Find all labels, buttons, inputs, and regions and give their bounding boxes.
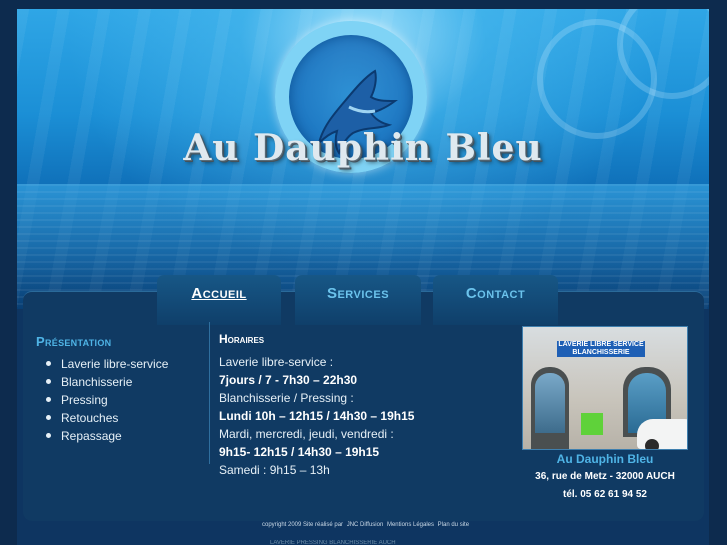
footer-link-jnc[interactable]: JNC Diffusion	[347, 522, 384, 528]
list-item: Retouches	[44, 409, 168, 427]
car-wheel	[645, 439, 659, 449]
footer-keywords: LAVERIE PRESSING BLANCHISSERIE AUCH	[270, 540, 396, 545]
tab-accueil-label[interactable]: Accueil	[191, 285, 246, 302]
shop-name: Au Dauphin Bleu	[556, 452, 654, 466]
storefront-photo: LAVERIE LIBRE SERVICE BLANCHISSERIE	[522, 326, 688, 450]
tab-services-label[interactable]: Services	[327, 285, 389, 302]
tab-contact-label[interactable]: Contact	[466, 285, 525, 302]
storefront-sign: LAVERIE LIBRE SERVICE BLANCHISSERIE	[557, 341, 645, 357]
hours-line: Laverie libre-service :	[219, 355, 334, 369]
footer-link-mentions[interactable]: Mentions Légales	[387, 522, 434, 528]
hours-heading: Horaires	[219, 332, 265, 346]
list-item: Laverie libre-service	[44, 355, 168, 373]
hours-line: 9h15- 12h15 / 14h30 – 19h15	[219, 445, 380, 459]
opening-hours: Laverie libre-service : 7jours / 7 - 7h3…	[219, 353, 414, 479]
door-glass	[535, 373, 565, 433]
hours-line: Samedi : 9h15 – 13h	[219, 463, 330, 477]
header-banner: Au Dauphin Bleu	[17, 9, 709, 309]
hours-line: Mardi, mercredi, jeudi, vendredi :	[219, 427, 394, 441]
tab-contact[interactable]: Contact	[433, 275, 558, 325]
hours-line: Lundi 10h – 12h15 / 14h30 – 19h15	[219, 409, 415, 423]
list-item: Pressing	[44, 391, 168, 409]
footer-copyright: copyright 2009 Site réalisé par	[262, 522, 344, 528]
hours-line: 7jours / 7 - 7h30 – 22h30	[219, 373, 358, 387]
shop-address: 36, rue de Metz - 32000 AUCH	[535, 471, 675, 482]
tab-services[interactable]: Services	[295, 275, 421, 325]
services-list: Laverie libre-service Blanchisserie Pres…	[44, 355, 168, 445]
hours-line: Blanchisserie / Pressing :	[219, 391, 354, 405]
green-poster	[581, 413, 603, 435]
site-logo-text: Au Dauphin Bleu	[183, 127, 543, 169]
footer: copyright 2009 Site réalisé par JNC Diff…	[262, 522, 522, 528]
column-divider	[209, 322, 210, 464]
footer-link-plan[interactable]: Plan du site	[438, 522, 469, 528]
presentation-heading: Présentation	[36, 334, 112, 349]
tab-accueil[interactable]: Accueil	[157, 275, 281, 325]
shop-phone: tél. 05 62 61 94 52	[563, 489, 647, 500]
list-item: Blanchisserie	[44, 373, 168, 391]
list-item: Repassage	[44, 427, 168, 445]
